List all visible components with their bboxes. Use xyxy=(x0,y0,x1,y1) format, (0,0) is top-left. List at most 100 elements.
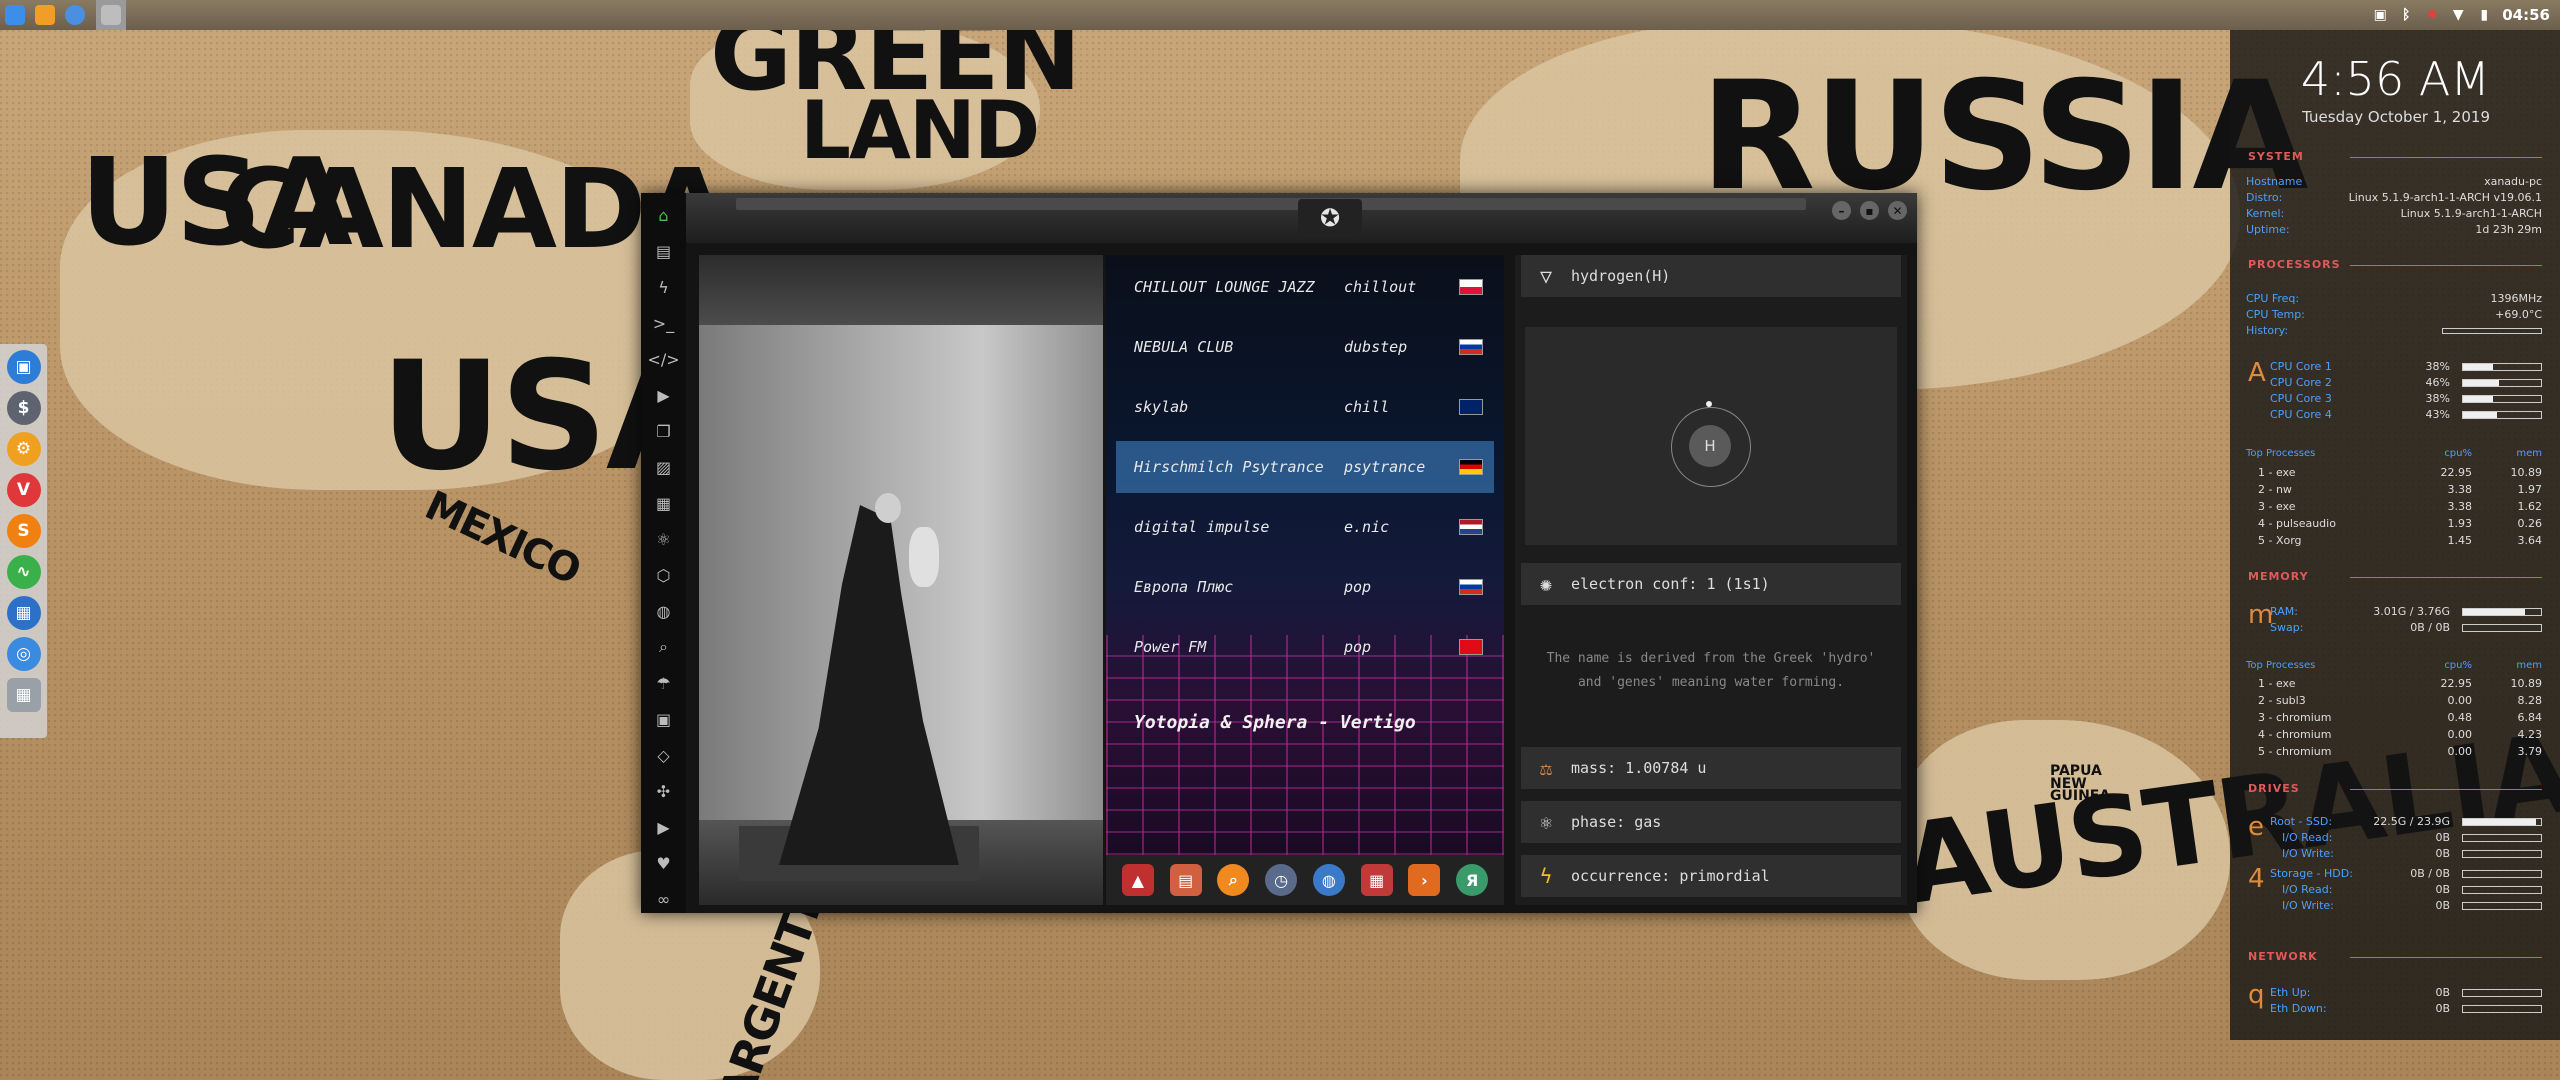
search-app-icon[interactable]: ⌕ xyxy=(1217,864,1250,896)
yandex-icon[interactable]: Я xyxy=(1456,864,1489,896)
now-playing-title: Yotopia & Sphera - Vertigo xyxy=(1134,712,1416,733)
panel-clock[interactable]: 04:56 xyxy=(2502,6,2550,24)
station-row[interactable]: digital impulse e.nic xyxy=(1116,501,1494,553)
minimize-button[interactable]: – xyxy=(1832,201,1851,220)
station-row[interactable]: Power FM pop xyxy=(1116,621,1494,673)
notes-icon[interactable]: ▤ xyxy=(1169,864,1202,896)
station-name: CHILLOUT LOUNGE JAZZ xyxy=(1134,278,1315,296)
terminal-icon[interactable]: >_ xyxy=(653,309,675,337)
workspace-icon[interactable]: ▦ xyxy=(6,678,41,712)
files-icon[interactable]: ▣ xyxy=(6,350,41,384)
station-genre: psytrance xyxy=(1344,458,1426,476)
section-divider xyxy=(2350,157,2542,158)
clock-app-icon[interactable]: ◷ xyxy=(1265,864,1298,896)
drive-storage-glyph: 4 xyxy=(2248,864,2265,894)
cpu-core-bar xyxy=(2462,363,2542,371)
calendar-icon[interactable]: ▦ xyxy=(1360,864,1393,896)
umbrella-icon[interactable]: ☂ xyxy=(653,669,675,697)
process-row: 1 - exe 22.95 10.89 xyxy=(2258,677,2542,690)
nucleus: H xyxy=(1689,425,1731,467)
bug-icon[interactable]: ✹ xyxy=(2424,7,2440,23)
net-up-row: Eth Up: 0B xyxy=(2270,986,2450,999)
vivaldi-icon[interactable]: V xyxy=(6,473,41,507)
atom-icon[interactable]: ⚛ xyxy=(653,525,675,553)
uk-flag-icon xyxy=(1459,399,1483,415)
arrow-app-icon[interactable]: › xyxy=(1408,864,1441,896)
station-genre: e.nic xyxy=(1344,518,1390,536)
station-row[interactable]: Европа Плюс pop xyxy=(1116,561,1494,613)
element-name-bar: ▽ hydrogen(H) xyxy=(1521,255,1901,297)
close-button[interactable]: ✕ xyxy=(1888,201,1907,220)
document-icon[interactable]: ▤ xyxy=(653,237,675,265)
globe-icon[interactable]: ◍ xyxy=(653,597,675,625)
occurrence-bar: ϟ occurrence: primordial xyxy=(1521,855,1901,897)
drive-storage-read: I/O Read: 0B xyxy=(2282,883,2450,896)
window-titlebar[interactable]: ✪ – ▪ ✕ xyxy=(686,193,1917,243)
drive-root-read: I/O Read: 0B xyxy=(2282,831,2450,844)
system-row: Kernel: Linux 5.1.9-arch1-1-ARCH xyxy=(2246,207,2542,220)
atom-phase-icon: ⚛ xyxy=(1539,810,1553,834)
heart-icon[interactable]: ♥ xyxy=(653,849,675,877)
news-icon[interactable]: ▦ xyxy=(653,489,675,517)
section-divider xyxy=(2350,957,2542,958)
search-icon[interactable]: ⌕ xyxy=(653,633,675,661)
money-icon[interactable]: $ xyxy=(6,391,41,425)
infinity-icon[interactable]: ∞ xyxy=(653,885,675,913)
code-icon[interactable]: </> xyxy=(647,345,679,373)
cpu-core-row: CPU Core 3 38% xyxy=(2270,392,2450,405)
station-genre: chill xyxy=(1344,398,1390,416)
net-up-bar xyxy=(2462,989,2542,997)
drive-storage-bar xyxy=(2462,870,2542,878)
element-phase: phase: gas xyxy=(1571,813,1662,831)
title-bar-track xyxy=(736,198,1806,210)
hexagon-icon[interactable]: ⬡ xyxy=(653,561,675,589)
display-icon[interactable]: ▦ xyxy=(6,596,41,630)
element-occurrence: occurrence: primordial xyxy=(1571,867,1770,885)
station-row[interactable]: NEBULA CLUB dubstep xyxy=(1116,321,1494,373)
chrome-icon[interactable]: ◎ xyxy=(6,637,41,671)
launcher-window[interactable] xyxy=(96,0,126,30)
activity-icon[interactable]: ∿ xyxy=(6,555,41,589)
drive-root-glyph: e xyxy=(2248,812,2264,842)
play-icon[interactable]: ▶ xyxy=(653,381,675,409)
processors-glyph: A xyxy=(2248,358,2266,388)
launcher-sublime-text[interactable] xyxy=(30,0,60,30)
lightning-bolt-icon: ϟ xyxy=(1539,864,1553,888)
system-row: Distro: Linux 5.1.9-arch1-1-ARCH v19.06.1 xyxy=(2246,191,2542,204)
process-row: 5 - chromium 0.00 3.79 xyxy=(2258,745,2542,758)
maximize-button[interactable]: ▪ xyxy=(1860,201,1879,220)
image-icon[interactable]: ▨ xyxy=(653,453,675,481)
section-drives: DRIVES xyxy=(2248,782,2300,795)
wifi-icon[interactable]: ▼ xyxy=(2450,7,2466,23)
diamond-code-icon[interactable]: ◇ xyxy=(653,741,675,769)
swap-bar xyxy=(2462,624,2542,632)
element-mass: mass: 1.00784 u xyxy=(1571,759,1707,777)
battery-icon[interactable]: ▮ xyxy=(2476,7,2492,23)
station-row[interactable]: skylab chill xyxy=(1116,381,1494,433)
section-divider xyxy=(2350,789,2542,790)
bluetooth-icon[interactable]: ᛒ xyxy=(2398,7,2414,23)
contact-icon[interactable]: ▣ xyxy=(653,705,675,733)
home-icon[interactable]: ⌂ xyxy=(653,201,675,229)
image-stack-icon[interactable]: ❐ xyxy=(653,417,675,445)
launcher-file-manager[interactable] xyxy=(0,0,30,30)
station-name: skylab xyxy=(1134,398,1189,416)
station-row-selected[interactable]: Hirschmilch Psytrance psytrance xyxy=(1116,441,1494,493)
station-row[interactable]: CHILLOUT LOUNGE JAZZ chillout xyxy=(1116,261,1494,313)
triangle-icon: ▽ xyxy=(1539,264,1553,288)
image-viewer-icon[interactable]: ▣ xyxy=(2372,7,2388,23)
lightning-icon[interactable]: ϟ xyxy=(653,273,675,301)
youtube-icon[interactable]: ▶ xyxy=(653,813,675,841)
launcher-chromium[interactable] xyxy=(60,0,90,30)
settings-icon[interactable]: ⚙ xyxy=(6,432,41,466)
drive-root-write: I/O Write: 0B xyxy=(2282,847,2450,860)
s-app-icon[interactable]: S xyxy=(6,514,41,548)
photo-panel xyxy=(699,255,1103,905)
expand-icon[interactable]: ✣ xyxy=(653,777,675,805)
arch-icon[interactable]: ▲ xyxy=(1121,864,1154,896)
photo-backdrop-top xyxy=(699,255,1103,325)
scale-icon: ⚖ xyxy=(1539,756,1553,780)
process-row: 3 - exe 3.38 1.62 xyxy=(2258,500,2542,513)
app-window: ⌂ ▤ ϟ >_ </> ▶ ❐ ▨ ▦ ⚛ ⬡ ◍ ⌕ ☂ ▣ ◇ ✣ ▶ ♥… xyxy=(641,193,1917,913)
web-icon[interactable]: ◍ xyxy=(1312,864,1345,896)
